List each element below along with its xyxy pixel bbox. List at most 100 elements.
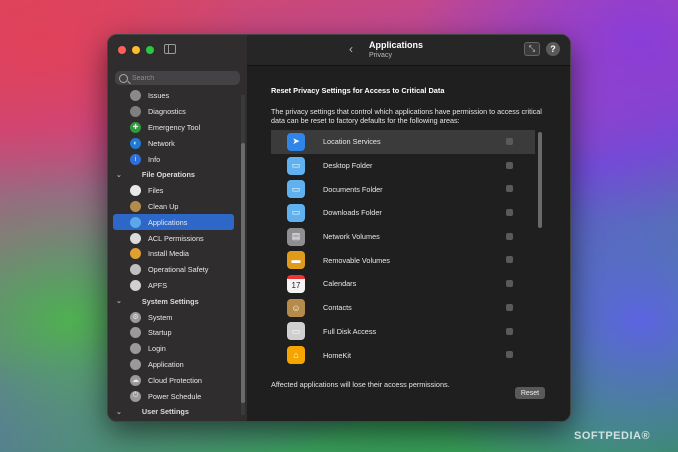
sidebar-item-label: Cloud Protection <box>148 375 202 385</box>
sidebar-toggle-icon[interactable] <box>164 44 176 54</box>
sidebar-item-label: System <box>148 312 173 322</box>
sidebar-scrollbar[interactable] <box>241 95 245 415</box>
shield-icon <box>130 264 141 276</box>
checkbox[interactable] <box>506 351 513 359</box>
sidebar-scroll-thumb[interactable] <box>241 143 245 403</box>
sidebar-item-label: Emergency Tool <box>148 122 201 132</box>
sidebar: Issues Diagnostics ✚ Emergency Tool ◐ Network… <box>108 35 247 421</box>
section-file-operations[interactable]: ⌄ File Operations <box>108 167 240 183</box>
section-user-settings[interactable]: ⌄ User Settings <box>108 404 240 420</box>
privacy-list: ➤ Location Services ▭ Desktop Folder ▭ Docume… <box>271 130 535 374</box>
sidebar-item-label: Files <box>148 186 164 196</box>
sidebar-item-clean-up[interactable]: Clean Up <box>108 199 240 215</box>
first-aid-icon: ✚ <box>130 121 141 133</box>
help-icon[interactable]: ? <box>546 42 560 56</box>
watermark: SOFTPEDIA® <box>574 430 651 442</box>
sidebar-item-applications[interactable]: Applications <box>113 214 234 231</box>
sidebar-item-system[interactable]: ⚙ System <box>108 309 240 325</box>
checkbox[interactable] <box>506 161 513 169</box>
section-heading: Reset Privacy Settings for Access to Cri… <box>271 86 445 95</box>
sidebar-item-label: Info <box>148 154 161 164</box>
login-icon <box>130 343 141 355</box>
list-item-label: HomeKit <box>323 350 351 360</box>
downloads-folder-icon: ▭ <box>287 203 305 222</box>
location-arrow-icon: ➤ <box>287 132 305 151</box>
section-system-settings[interactable]: ⌄ System Settings <box>108 293 240 309</box>
window-controls <box>118 46 154 54</box>
checkbox[interactable] <box>506 232 513 240</box>
checkbox[interactable] <box>506 138 513 145</box>
reset-button[interactable]: Reset <box>515 387 545 399</box>
close-icon[interactable] <box>118 46 126 54</box>
checkbox[interactable] <box>506 327 513 335</box>
chevron-down-icon[interactable]: ⌄ <box>116 171 122 179</box>
sidebar-item-network[interactable]: ◐ Network <box>108 135 240 151</box>
list-item[interactable]: ☺ Contacts <box>271 296 535 320</box>
list-item[interactable]: ➤ Location Services <box>271 130 535 154</box>
sidebar-item-diagnostics[interactable]: Diagnostics <box>108 104 240 120</box>
sidebar-item-apfs[interactable]: APFS <box>108 278 240 294</box>
checkbox[interactable] <box>506 185 513 193</box>
sidebar-item-issues[interactable]: Issues <box>108 88 240 104</box>
checkbox[interactable] <box>506 256 513 264</box>
minimize-icon[interactable] <box>132 46 140 54</box>
sidebar-item-label: Startup <box>148 328 172 338</box>
search-input[interactable] <box>132 74 232 82</box>
desktop-folder-icon: ▭ <box>287 156 305 175</box>
main-pane: ‹ Applications Privacy ⤡ ? Reset Privacy… <box>247 35 570 421</box>
search-field[interactable] <box>115 71 240 85</box>
sidebar-item-cloud-protection[interactable]: ☁ Cloud Protection <box>108 372 240 388</box>
removable-volume-icon: ▬ <box>287 251 305 270</box>
apfs-icon <box>130 279 141 291</box>
page-subtitle: Privacy <box>369 52 392 59</box>
sidebar-item-power-schedule[interactable]: ⏻ Power Schedule <box>108 388 240 404</box>
list-item[interactable]: 17 Calendars <box>271 272 535 296</box>
list-item[interactable]: ⌂ HomeKit <box>271 343 535 367</box>
network-icon: ◐ <box>130 137 141 149</box>
page-title: Applications <box>369 40 424 50</box>
search-icon <box>119 73 128 83</box>
list-item[interactable]: ▭ Documents Folder <box>271 177 535 201</box>
sidebar-item-info[interactable]: i Info <box>108 151 240 167</box>
sidebar-item-acl-permissions[interactable]: ACL Permissions <box>108 230 240 246</box>
list-item[interactable]: ▭ Downloads Folder <box>271 201 535 225</box>
back-chevron-icon[interactable]: ‹ <box>349 42 353 56</box>
chevron-down-icon[interactable]: ⌄ <box>116 297 122 305</box>
stethoscope-icon <box>130 106 141 118</box>
list-item[interactable]: ▭ Desktop Folder <box>271 154 535 178</box>
checkbox[interactable] <box>506 209 513 217</box>
zoom-icon[interactable] <box>146 46 154 54</box>
sidebar-item-startup[interactable]: Startup <box>108 325 240 341</box>
sidebar-item-operational-safety[interactable]: Operational Safety <box>108 262 240 278</box>
sidebar-item-label: Diagnostics <box>148 107 186 117</box>
app-window: Issues Diagnostics ✚ Emergency Tool ◐ Network… <box>107 34 571 422</box>
documents-folder-icon: ▭ <box>287 180 305 199</box>
checkbox[interactable] <box>506 303 513 311</box>
collapse-icon[interactable]: ⤡ <box>524 42 540 56</box>
issues-icon <box>130 90 141 102</box>
list-item[interactable]: ▬ Removable Volumes <box>271 248 535 272</box>
sidebar-item-emergency-tool[interactable]: ✚ Emergency Tool <box>108 120 240 136</box>
sidebar-item-label: Power Schedule <box>148 391 202 401</box>
info-icon: i <box>130 153 141 165</box>
list-item[interactable]: ▭ Full Disk Access <box>271 320 535 344</box>
sidebar-item-files[interactable]: Files <box>108 183 240 199</box>
sidebar-item-login[interactable]: Login <box>108 341 240 357</box>
disk-icon: ▭ <box>287 322 305 341</box>
sidebar-item-label: Application <box>148 359 184 369</box>
list-item-label: Downloads Folder <box>323 208 382 218</box>
sidebar-item-application[interactable]: Application <box>108 357 240 373</box>
sidebar-item-label: ACL Permissions <box>148 233 204 243</box>
list-item[interactable]: ▤ Network Volumes <box>271 225 535 249</box>
home-icon: ⌂ <box>287 346 305 365</box>
list-item-label: Documents Folder <box>323 184 383 194</box>
section-label: File Operations <box>141 170 195 180</box>
sidebar-list: Issues Diagnostics ✚ Emergency Tool ◐ Network… <box>108 88 240 420</box>
chevron-down-icon[interactable]: ⌄ <box>116 408 122 416</box>
network-volume-icon: ▤ <box>287 227 305 246</box>
sidebar-item-install-media[interactable]: Install Media <box>108 246 240 262</box>
checkbox[interactable] <box>506 280 513 288</box>
list-item-label: Removable Volumes <box>323 255 390 265</box>
list-scrollbar[interactable] <box>538 132 542 228</box>
calendar-icon: 17 <box>287 274 305 293</box>
